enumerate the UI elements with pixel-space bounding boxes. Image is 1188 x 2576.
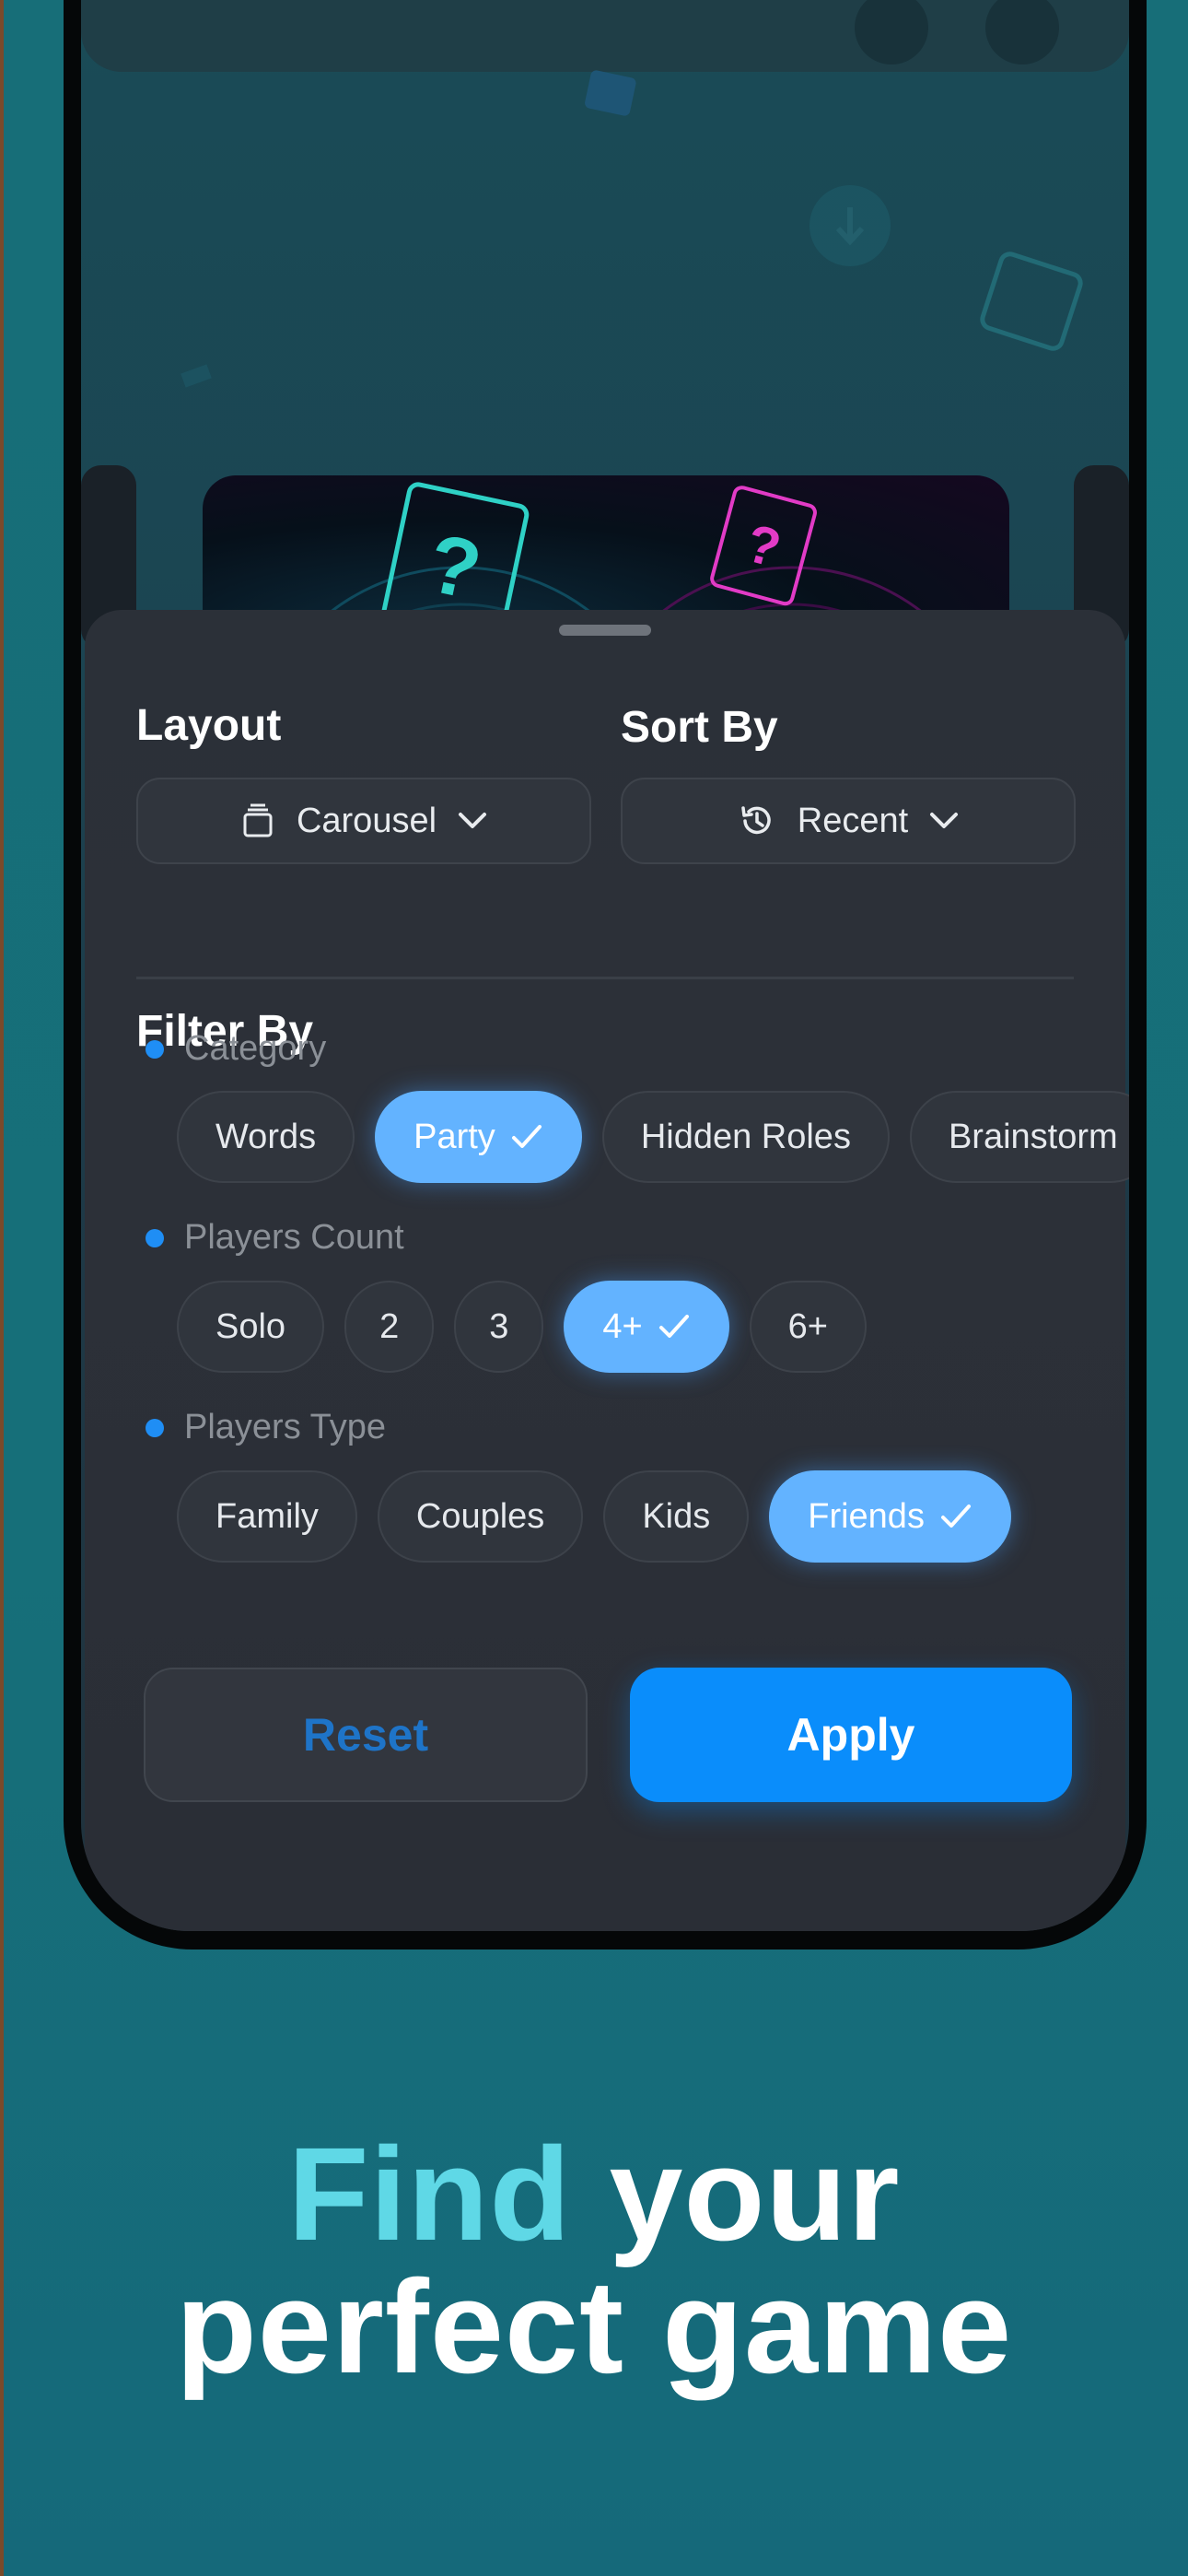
top-button[interactable] [855, 0, 928, 64]
chip-label: Friends [808, 1496, 925, 1536]
checkmark-icon [940, 1505, 971, 1528]
bullet-dot [146, 1418, 164, 1437]
players-count-chips: Solo 2 3 4+ 6+ [177, 1281, 867, 1373]
filter-sheet: Layout Sort By Carousel Recent Filter By… [85, 610, 1129, 1931]
checkmark-icon [658, 1315, 689, 1338]
chip-kids[interactable]: Kids [603, 1470, 750, 1563]
headline-accent: Find [287, 2120, 572, 2268]
players-type-label: Players Type [136, 1408, 386, 1447]
chevron-down-icon [459, 813, 487, 828]
layout-title: Layout [136, 701, 282, 750]
history-icon [741, 806, 771, 835]
chip-party[interactable]: Party [375, 1091, 582, 1183]
players-count-label: Players Count [136, 1218, 404, 1258]
chip-label: 2 [379, 1306, 400, 1346]
players-type-chips: Family Couples Kids Friends [177, 1470, 1011, 1563]
players-type-label-text: Players Type [184, 1408, 386, 1446]
top-button[interactable] [985, 0, 1059, 64]
chip-label: 3 [489, 1306, 509, 1346]
chip-label: Kids [642, 1496, 711, 1536]
category-label-text: Category [184, 1029, 327, 1068]
layout-value: Carousel [296, 801, 437, 840]
chip-words[interactable]: Words [177, 1091, 355, 1183]
bullet-dot [146, 1039, 164, 1059]
chip-label: Words [215, 1117, 317, 1156]
sort-title: Sort By [621, 703, 778, 752]
chip-label: Family [215, 1496, 319, 1536]
layout-dropdown[interactable]: Carousel [136, 778, 591, 864]
chip-label: 4+ [602, 1306, 643, 1346]
headline-rest: your [609, 2120, 901, 2268]
bullet-dot [146, 1228, 164, 1247]
chip-3[interactable]: 3 [454, 1281, 544, 1373]
floating-square-icon [980, 252, 1083, 351]
chip-label: Party [413, 1117, 495, 1156]
checkmark-icon [511, 1125, 542, 1148]
headline-line-1: Find your [0, 2128, 1188, 2261]
chip-friends[interactable]: Friends [769, 1470, 1011, 1563]
category-label: Category [136, 1029, 326, 1069]
floating-cube-icon [585, 70, 636, 116]
headline: Find your perfect game [0, 2128, 1188, 2394]
chip-family[interactable]: Family [177, 1470, 357, 1563]
phone-screen: ? ? ? Layout Sort By Carousel [81, 0, 1129, 1931]
sort-dropdown[interactable]: Recent [621, 778, 1076, 864]
headline-line-2: perfect game [175, 2253, 1013, 2401]
chip-brainstorm[interactable]: Brainstorm [909, 1091, 1129, 1183]
svg-text:?: ? [420, 517, 489, 617]
chip-label: Hidden Roles [640, 1117, 851, 1156]
floating-shape-icon [181, 364, 212, 388]
chip-label: 6+ [787, 1306, 828, 1346]
chip-label: Brainstorm [948, 1117, 1118, 1156]
chip-4-plus[interactable]: 4+ [564, 1281, 729, 1373]
chip-hidden-roles[interactable]: Hidden Roles [601, 1091, 890, 1183]
category-chips: Words Party Hidden Roles Brainstorm [177, 1091, 1129, 1183]
stack-icon [243, 803, 273, 837]
players-count-label-text: Players Count [184, 1218, 404, 1257]
floating-arrow-icon [809, 185, 891, 266]
top-card [81, 0, 1129, 72]
chip-solo[interactable]: Solo [177, 1281, 325, 1373]
divider [136, 977, 1074, 979]
chip-6-plus[interactable]: 6+ [749, 1281, 867, 1373]
chip-2[interactable]: 2 [344, 1281, 435, 1373]
chip-couples[interactable]: Couples [377, 1470, 584, 1563]
chip-label: Solo [215, 1306, 286, 1346]
chip-label: Couples [415, 1496, 545, 1536]
apply-button[interactable]: Apply [630, 1668, 1072, 1802]
sort-value: Recent [797, 801, 909, 840]
reset-button[interactable]: Reset [144, 1668, 588, 1802]
chevron-down-icon [930, 813, 959, 828]
sheet-handle[interactable] [559, 625, 651, 636]
